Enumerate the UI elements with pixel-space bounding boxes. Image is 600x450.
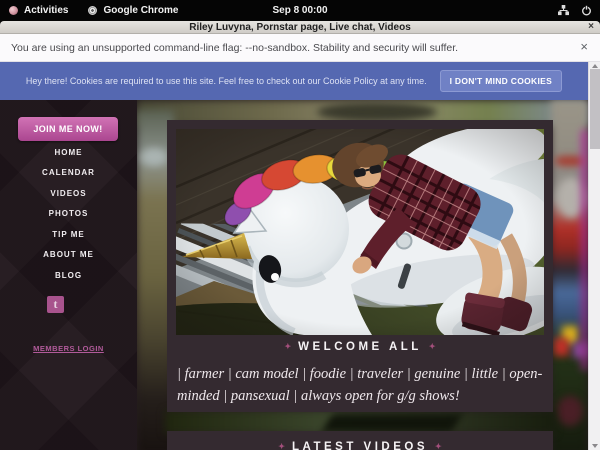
diamond-marker-icon: ✦: [277, 342, 298, 351]
clock[interactable]: Sep 8 00:00: [0, 5, 600, 16]
latest-videos-heading-text: LATEST VIDEOS: [292, 441, 428, 450]
network-icon[interactable]: [558, 5, 569, 16]
cookie-accept-button[interactable]: I DON'T MIND COOKIES: [440, 70, 562, 92]
latest-videos-panel: ✦LATEST VIDEOS✦: [167, 431, 553, 450]
hero-photo-unicorn[interactable]: [176, 129, 544, 335]
diamond-marker-icon: ✦: [271, 442, 292, 450]
sidebar-item-calendar[interactable]: CALENDAR: [0, 163, 137, 184]
window-close-button[interactable]: ×: [588, 21, 594, 34]
join-me-now-button[interactable]: JOIN ME NOW!: [18, 117, 118, 141]
power-icon[interactable]: [581, 5, 592, 16]
sidebar-item-about-me[interactable]: ABOUT ME: [0, 245, 137, 266]
description-line: | farmer | cam model | foodie | traveler…: [177, 363, 547, 385]
scrollbar-down-icon[interactable]: [592, 444, 598, 448]
diamond-marker-icon: ✦: [428, 442, 449, 450]
infobar-message: You are using an unsupported command-lin…: [0, 42, 458, 54]
scrollbar-thumb[interactable]: [590, 69, 600, 149]
sidebar-nav: HOME CALENDAR VIDEOS PHOTOS TIP ME ABOUT…: [0, 142, 137, 286]
sidebar-item-videos[interactable]: VIDEOS: [0, 183, 137, 204]
sidebar-item-tip-me[interactable]: TIP ME: [0, 224, 137, 245]
cookie-consent-bar: Hey there! Cookies are required to use t…: [0, 62, 588, 100]
profile-description: | farmer | cam model | foodie | traveler…: [177, 363, 547, 407]
main-content-panel: ✦WELCOME ALL✦ | farmer | cam model | foo…: [167, 120, 553, 412]
window-title: Riley Luvyna, Pornstar page, Live chat, …: [189, 22, 411, 33]
members-login-link[interactable]: MEMBERS LOGIN: [0, 344, 137, 353]
diamond-marker-icon: ✦: [422, 342, 443, 351]
page-scrollbar[interactable]: [588, 62, 600, 450]
gnome-top-bar: Activities Google Chrome Sep 8 00:00: [0, 0, 600, 21]
description-line: minded | pansexual | always open for g/g…: [177, 385, 547, 407]
sidebar-item-blog[interactable]: BLOG: [0, 265, 137, 286]
tumblr-icon[interactable]: t: [47, 296, 64, 313]
infobar-close-icon[interactable]: ×: [580, 39, 588, 55]
browser-viewport: Hey there! Cookies are required to use t…: [0, 62, 600, 450]
scrollbar-up-icon[interactable]: [592, 64, 598, 68]
chrome-infobar: You are using an unsupported command-lin…: [0, 34, 600, 62]
welcome-heading-text: WELCOME ALL: [298, 341, 422, 353]
screen: Activities Google Chrome Sep 8 00:00 Ril…: [0, 0, 600, 450]
window-titlebar[interactable]: Riley Luvyna, Pornstar page, Live chat, …: [0, 21, 600, 34]
cookie-message: Hey there! Cookies are required to use t…: [26, 76, 427, 86]
welcome-heading: ✦WELCOME ALL✦: [167, 341, 553, 353]
latest-videos-heading: ✦LATEST VIDEOS✦: [167, 441, 553, 450]
sidebar-item-photos[interactable]: PHOTOS: [0, 204, 137, 225]
sidebar-item-home[interactable]: HOME: [0, 142, 137, 163]
sidebar: JOIN ME NOW! HOME CALENDAR VIDEOS PHOTOS…: [0, 100, 137, 450]
